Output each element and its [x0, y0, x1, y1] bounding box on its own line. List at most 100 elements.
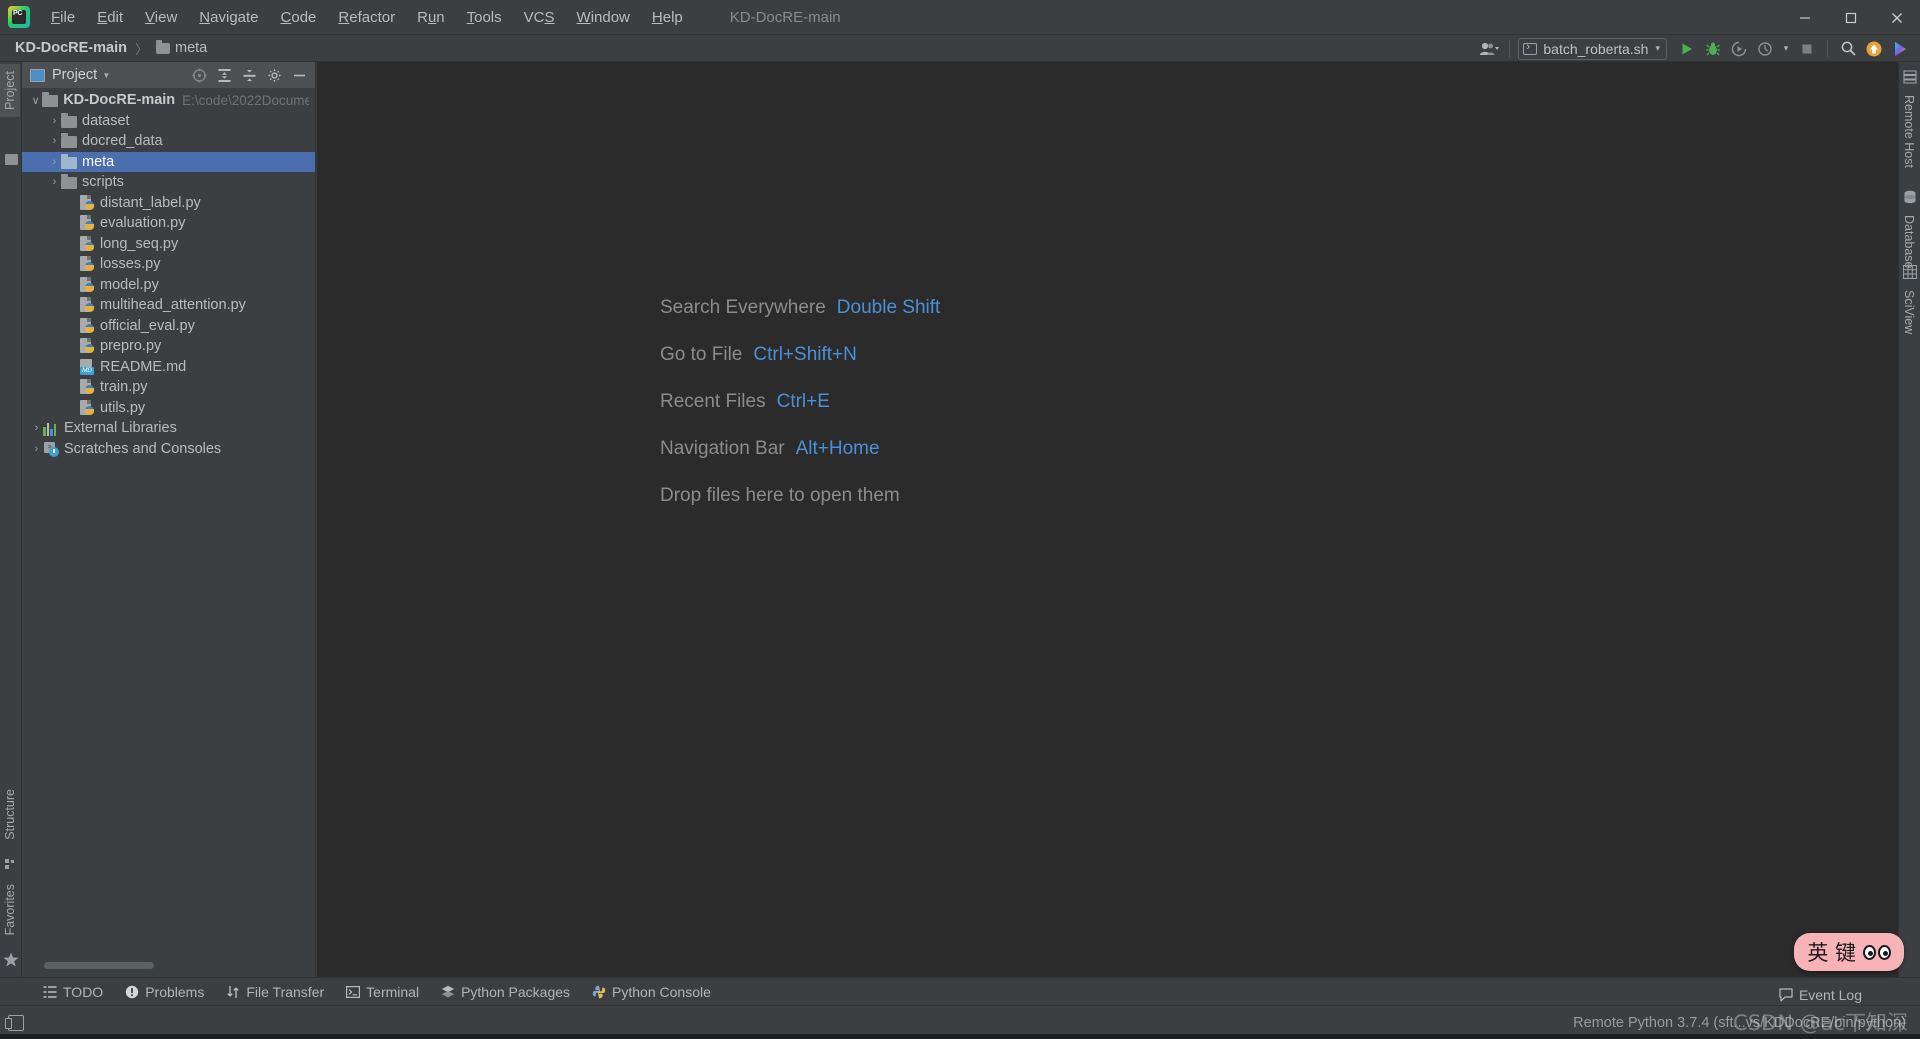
tree-item-dataset[interactable]: › dataset — [22, 111, 315, 132]
tree-item-kd-docre-main[interactable]: ∨ KD-DocRE-main E:\code\2022Document — [22, 90, 315, 111]
profile-dropdown-icon[interactable]: ▾ — [1779, 38, 1793, 60]
chevron-down-icon[interactable]: ∨ — [29, 94, 42, 107]
project-view-chevron-down-icon[interactable]: ▾ — [104, 70, 109, 81]
editor-hint-keys[interactable]: Ctrl+E — [777, 391, 830, 413]
tree-item-meta[interactable]: › meta — [22, 151, 315, 172]
close-button[interactable] — [1874, 0, 1920, 35]
chevron-right-icon[interactable]: › — [30, 443, 43, 455]
editor-hint-action: Navigation Bar — [660, 438, 785, 459]
tree-item-label: losses.py — [100, 256, 161, 273]
tree-item-losses-py[interactable]: losses.py — [22, 254, 315, 275]
menu-item-code[interactable]: Code — [270, 5, 328, 30]
tool-button-file-transfer-label: File Transfer — [246, 983, 325, 1000]
tool-button-todo-label: TODO — [63, 983, 104, 1000]
tree-item-utils-py[interactable]: utils.py — [22, 398, 315, 419]
chevron-right-icon[interactable]: › — [48, 176, 61, 188]
python-interpreter-status[interactable]: Remote Python 3.7.4 (sft...vs/KDDocRE/bi… — [1573, 1015, 1906, 1031]
tree-item-model-py[interactable]: model.py — [22, 275, 315, 296]
chevron-right-icon[interactable]: › — [48, 135, 61, 147]
event-log-button[interactable]: Event Log — [1779, 987, 1862, 1003]
run-with-coverage-button[interactable] — [1727, 38, 1751, 60]
tree-item-label: model.py — [100, 276, 159, 293]
breadcrumb-project[interactable]: KD-DocRE-main — [12, 38, 130, 58]
ide-assistant-button[interactable] — [1888, 38, 1912, 60]
menu-item-run[interactable]: Run — [406, 5, 456, 30]
chevron-right-icon[interactable]: › — [48, 115, 61, 127]
search-icon[interactable] — [1836, 38, 1860, 60]
sidebar-item-sciview[interactable]: SciView — [1899, 283, 1919, 341]
debug-button[interactable] — [1701, 38, 1725, 60]
chevron-right-icon[interactable]: › — [30, 422, 43, 434]
tool-button-problems[interactable]: Problems — [116, 981, 213, 1003]
update-project-button[interactable] — [1862, 38, 1886, 60]
tree-item-scratches-and-consoles[interactable]: › > Scratches and Consoles — [22, 439, 315, 460]
sidebar-item-project[interactable]: Project — [0, 64, 20, 117]
menu-item-window[interactable]: Window — [566, 5, 641, 30]
menu-item-navigate[interactable]: Navigate — [188, 5, 269, 30]
left-tool-stripe: Project Structure Favorites — [0, 62, 22, 977]
grid-icon — [1903, 265, 1917, 279]
tree-item-prepro-py[interactable]: prepro.py — [22, 336, 315, 357]
user-avatar-icon[interactable] — [1477, 38, 1501, 60]
tree-item-distant-label-py[interactable]: distant_label.py — [22, 193, 315, 214]
editor-hint: Recent Files Ctrl+E — [660, 391, 940, 413]
tree-item-label: evaluation.py — [100, 215, 186, 232]
editor-hint-keys[interactable]: Alt+Home — [796, 438, 880, 460]
sidebar-item-favorites[interactable]: Favorites — [0, 877, 20, 942]
minimize-button[interactable] — [1782, 0, 1828, 35]
tool-button-python-packages[interactable]: Python Packages — [432, 981, 579, 1003]
tool-button-todo[interactable]: TODO — [34, 981, 112, 1003]
breadcrumb-folder-meta[interactable]: meta — [153, 38, 210, 58]
sidebar-item-structure-label: Structure — [3, 789, 17, 840]
tree-item-long-seq-py[interactable]: long_seq.py — [22, 234, 315, 255]
collapse-all-button[interactable] — [237, 64, 261, 86]
chevron-right-icon[interactable]: › — [48, 156, 61, 168]
tree-item-external-libraries[interactable]: › External Libraries — [22, 418, 315, 439]
project-horizontal-scrollbar[interactable] — [44, 962, 154, 969]
select-opened-file-button[interactable] — [187, 64, 211, 86]
tree-item-scripts[interactable]: › scripts — [22, 172, 315, 193]
tree-item-docred-data[interactable]: › docred_data — [22, 131, 315, 152]
settings-button[interactable] — [262, 64, 286, 86]
tree-item-label: official_eval.py — [100, 317, 195, 334]
layout-icon[interactable] — [5, 1014, 24, 1031]
menu-item-vcs[interactable]: VCS — [513, 5, 566, 30]
tree-item-evaluation-py[interactable]: evaluation.py — [22, 213, 315, 234]
tool-button-file-transfer[interactable]: File Transfer — [217, 981, 333, 1003]
editor-hint-keys[interactable]: Double Shift — [837, 297, 941, 319]
editor-hint-keys[interactable]: Ctrl+Shift+N — [753, 344, 856, 366]
tree-item-official-eval-py[interactable]: official_eval.py — [22, 316, 315, 337]
tree-item-train-py[interactable]: train.py — [22, 377, 315, 398]
terminal-icon — [346, 985, 361, 999]
run-button[interactable] — [1675, 38, 1699, 60]
tool-button-terminal[interactable]: Terminal — [337, 981, 428, 1003]
sidebar-item-structure[interactable]: Structure — [0, 782, 20, 847]
menu-item-help[interactable]: Help — [641, 5, 694, 30]
pycharm-window: PC File Edit View Navigate Code Refactor… — [0, 0, 1920, 1039]
stop-button[interactable] — [1795, 38, 1819, 60]
database-icon — [1903, 190, 1917, 204]
tree-item-label: Scratches and Consoles — [64, 440, 222, 457]
menu-item-tools[interactable]: Tools — [456, 5, 513, 30]
maximize-button[interactable] — [1828, 0, 1874, 35]
expand-all-button[interactable] — [212, 64, 236, 86]
sidebar-item-project-label: Project — [3, 71, 17, 110]
menu-item-refactor[interactable]: Refactor — [327, 5, 406, 30]
tree-item-readme-md[interactable]: MD README.md — [22, 357, 315, 378]
tool-button-python-console[interactable]: Python Console — [583, 981, 720, 1003]
tool-button-problems-label: Problems — [145, 983, 205, 1000]
divider — [1509, 40, 1511, 57]
hide-button[interactable] — [287, 64, 311, 86]
window-controls — [1782, 0, 1920, 35]
tree-item-multihead-attention-py[interactable]: multihead_attention.py — [22, 295, 315, 316]
menu-item-edit[interactable]: Edit — [86, 5, 134, 30]
editor-empty-area[interactable]: Search Everywhere Double Shift Go to File C… — [317, 62, 1898, 977]
menu-item-file[interactable]: File — [40, 5, 86, 30]
menu-item-view[interactable]: View — [134, 5, 188, 30]
profile-button[interactable] — [1753, 38, 1777, 60]
tree-item-label: External Libraries — [64, 420, 177, 437]
editor-hint: Navigation Bar Alt+Home — [660, 438, 940, 460]
run-configuration-selector[interactable]: batch_roberta.sh ▾ — [1518, 37, 1667, 60]
tree-item-label: long_seq.py — [100, 235, 179, 252]
sidebar-item-remote-host[interactable]: Remote Host — [1899, 88, 1919, 175]
